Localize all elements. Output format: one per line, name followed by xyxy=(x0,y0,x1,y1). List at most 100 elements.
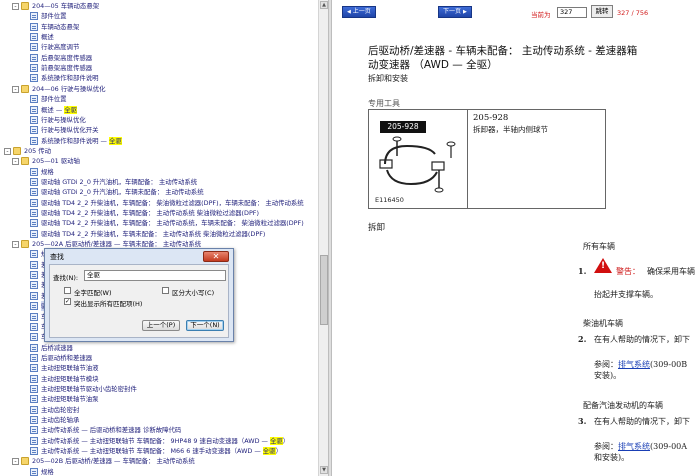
tree-item[interactable]: 驱动轴 GTDi 2_0 升汽油机，车辆配备： 主动传动系统 xyxy=(0,177,318,187)
scroll-thumb[interactable] xyxy=(320,255,328,325)
tree-item-text: 概述 — xyxy=(41,105,65,114)
tree-item-label: 系统操作和部件说明 xyxy=(41,73,99,83)
document-icon xyxy=(30,105,38,114)
tree-item[interactable]: 规格 xyxy=(0,467,318,476)
tools-table: 205-928 E116450 205-928 拆卸器，半轴内侧球节 xyxy=(368,109,606,209)
tool-badge: 205-928 xyxy=(380,121,426,133)
removal-heading: 拆卸 xyxy=(368,223,386,233)
tree-folder-item[interactable]: - 204—05 车辆动态悬架 xyxy=(0,1,318,11)
document-icon xyxy=(30,260,38,269)
tree-folder-item[interactable]: - 205—02B 后驱动桥/差速器 — 车辆配备： 主动传动系统 xyxy=(0,456,318,466)
document-icon xyxy=(30,395,38,404)
scroll-up-arrow-icon[interactable]: ▲ xyxy=(320,1,328,9)
tree-item-label: 驱动轴 GTDi 2_0 升汽油机，车辆未配备： 主动传动系统 xyxy=(41,187,204,197)
tree-item-suffix: ） xyxy=(275,447,282,456)
page-number-input[interactable]: 327 xyxy=(557,7,587,18)
tree-item[interactable]: 概述 — 全驱 xyxy=(0,105,318,115)
collapse-toggle-icon[interactable]: - xyxy=(12,158,19,166)
tree-item[interactable]: 车辆动态悬架 xyxy=(0,22,318,32)
tree-item[interactable]: 行驶与操纵优化 xyxy=(0,115,318,125)
tree-item[interactable]: 概述 xyxy=(0,32,318,42)
tree-item[interactable]: 规格 xyxy=(0,167,318,177)
tree-item[interactable]: 主动传动系统 — 主动扭矩联轴节 车辆配备： 9HP48 9 速自动变速器（AW… xyxy=(0,436,318,446)
close-icon[interactable]: ✕ xyxy=(203,251,229,262)
tree-item-label: 车辆动态悬架 xyxy=(41,22,79,32)
document-icon xyxy=(30,64,38,73)
next-page-button[interactable]: 下一页 ▶ xyxy=(438,6,472,18)
table-divider xyxy=(467,110,468,208)
folder-icon xyxy=(21,240,29,249)
tree-item[interactable]: 驱动轴 GTDi 2_0 升汽油机，车辆未配备： 主动传动系统 xyxy=(0,187,318,197)
collapse-toggle-icon[interactable]: - xyxy=(12,85,19,93)
tree-item-text: 系统操作和部件说明 — xyxy=(41,136,109,145)
step2-ref-suffix: (309-00B xyxy=(650,360,688,369)
find-input[interactable]: 全驱 xyxy=(84,270,226,281)
tree-item[interactable]: 部件位置 xyxy=(0,11,318,21)
collapse-toggle-icon[interactable]: - xyxy=(12,3,19,10)
find-next-button[interactable]: 下一个(N) xyxy=(186,320,224,331)
tree-item[interactable]: 驱动轴 TD4 2_2 升柴油机，车辆配备： 主动传动系统 柴油微粒过滤器(DP… xyxy=(0,208,318,218)
tool-illustration-icon xyxy=(379,136,456,193)
tree-item[interactable]: 系统操作和部件说明 — 全驱 xyxy=(0,136,318,146)
page-count: 327 / 756 xyxy=(617,9,649,17)
tree-item[interactable]: 主动扭矩联轴节模块 xyxy=(0,374,318,384)
collapse-toggle-icon[interactable]: - xyxy=(4,147,11,155)
tree-item[interactable]: 主动扭矩联轴节油泵 xyxy=(0,394,318,404)
tree-folder-item[interactable]: - 204—06 行驶与操纵优化 xyxy=(0,84,318,94)
step2-ref-prefix: 参阅： xyxy=(594,360,618,369)
tree-folder-item[interactable]: - 205—01 驱动轴 xyxy=(0,156,318,166)
collapse-toggle-icon[interactable]: - xyxy=(12,458,19,466)
tree-item-label: 204—05 车辆动态悬架 xyxy=(32,1,99,11)
tree-item[interactable]: 行驶与操纵优化开关 xyxy=(0,125,318,135)
match-case-checkbox[interactable] xyxy=(162,287,169,294)
step1-number: 1. xyxy=(578,266,587,276)
tree-item-text: 系统操作和部件说明 xyxy=(41,74,99,83)
tree-item[interactable]: 驱动轴 TD4 2_2 升柴油机，车辆未配备： 主动传动系统 柴油微粒过滤器(D… xyxy=(0,229,318,239)
scroll-down-arrow-icon[interactable]: ▼ xyxy=(320,466,328,474)
tree-item[interactable]: 主动传动系统 — 后驱动桥和差速器 诊断故障代码 xyxy=(0,425,318,435)
step2-exhaust-link[interactable]: 排气系统 xyxy=(618,360,650,369)
tree-item-text: 前悬架高度传感器 xyxy=(41,64,93,73)
tree-scrollbar[interactable]: ▲ ▼ xyxy=(318,0,328,476)
tree-item-text: 204—05 车辆动态悬架 xyxy=(32,2,100,10)
tree-item[interactable]: 行驶高度调节 xyxy=(0,42,318,52)
tree-item[interactable]: 主动传动系统 — 主动扭矩联轴节 车辆配备： M66 6 速手动变速器（AWD … xyxy=(0,446,318,456)
highlight-all-checkbox[interactable]: ✓ xyxy=(64,298,71,305)
document-icon xyxy=(30,291,38,300)
jump-button[interactable]: 跳转 xyxy=(591,5,613,18)
tree-item[interactable]: 主动齿轮密封 xyxy=(0,405,318,415)
tree-item-text: 205—01 驱动轴 xyxy=(32,157,80,166)
folder-icon xyxy=(21,457,29,466)
document-icon xyxy=(30,209,38,217)
tree-folder-item[interactable]: - 205 传动 xyxy=(0,146,318,156)
tree-item[interactable]: 驱动轴 TD4 2_2 升柴油机，车辆配备： 柴油微粒过滤器(DPF)，车辆未配… xyxy=(0,198,318,208)
tree-item-text: 主动齿轮轴承 xyxy=(41,416,80,424)
tree-item[interactable]: 驱动轴 TD4 2_2 升柴油机，车辆配备： 主动传动系统，车辆未配备： 柴油微… xyxy=(0,218,318,228)
prev-arrow-icon: ◀ xyxy=(347,9,351,15)
tree-item[interactable]: 前悬架高度传感器 xyxy=(0,63,318,73)
tree-item[interactable]: 后桥减速器 xyxy=(0,343,318,353)
match-whole-checkbox[interactable] xyxy=(64,287,71,294)
tree-item-text: 主动扭矩联轴节油泵 xyxy=(41,395,99,404)
tree-item-label: 概述 xyxy=(41,32,54,42)
page-title: 后驱动桥/差速器 - 车辆未配备： 主动传动系统 - 差速器箱 xyxy=(368,45,638,57)
document-icon xyxy=(30,95,38,104)
tree-item[interactable]: 主动齿轮轴承 xyxy=(0,415,318,425)
tree-item[interactable]: 主动扭矩联轴节驱动小齿轮密封件 xyxy=(0,384,318,394)
tree-item-label: 行驶与操纵优化 xyxy=(41,115,86,125)
tree-item[interactable]: 部件位置 xyxy=(0,94,318,104)
prev-page-button[interactable]: ◀ 上一页 xyxy=(342,6,376,18)
find-dialog: 查找 ✕ 查找(N): 全驱 全字匹配(W) 区分大小写(C) ✓ 突出显示所有… xyxy=(44,248,234,342)
page-subtitle: 拆卸和安装 xyxy=(368,74,408,83)
step3-exhaust-link[interactable]: 排气系统 xyxy=(618,442,650,451)
tree-item[interactable]: 后驱动桥和差速器 xyxy=(0,353,318,363)
tree-item-label: 主动扭矩联轴节模块 xyxy=(41,374,99,384)
tree-item-label: 行驶与操纵优化开关 xyxy=(41,125,99,135)
tree-item[interactable]: 主动扭矩联轴节油液 xyxy=(0,363,318,373)
find-previous-button[interactable]: 上一个(P) xyxy=(142,320,180,331)
tree-item-label: 行驶高度调节 xyxy=(41,42,79,52)
tree-item[interactable]: 系统操作和部件说明 xyxy=(0,73,318,83)
tree-item[interactable]: 后悬架高度传感器 xyxy=(0,53,318,63)
document-icon xyxy=(30,374,38,383)
collapse-toggle-icon[interactable]: - xyxy=(12,241,19,249)
